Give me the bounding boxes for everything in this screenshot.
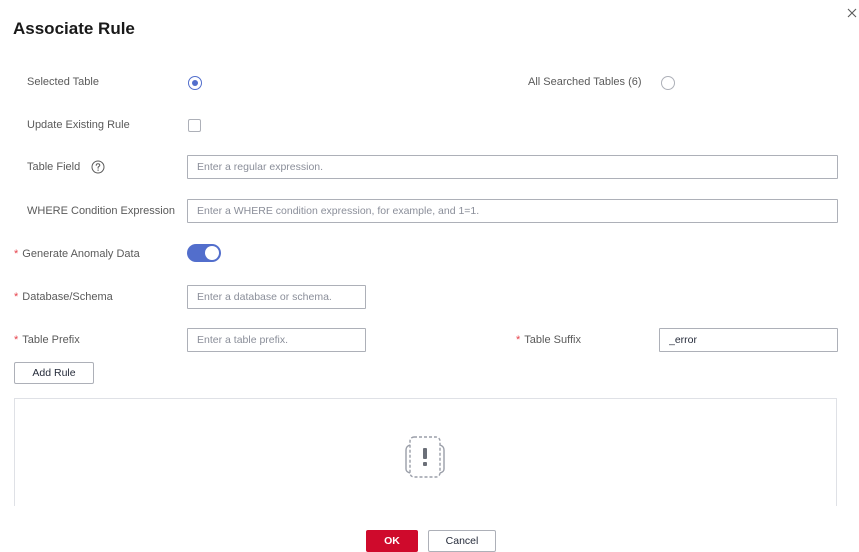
add-rule-button[interactable]: Add Rule xyxy=(14,362,94,384)
empty-data-icon xyxy=(405,436,445,478)
help-icon[interactable] xyxy=(91,160,105,174)
generate-anomaly-data-toggle[interactable] xyxy=(187,244,221,262)
where-condition-label: WHERE Condition Expression xyxy=(27,205,175,217)
where-condition-input[interactable] xyxy=(187,199,838,223)
dialog-title: Associate Rule xyxy=(13,19,135,38)
required-mark: * xyxy=(14,248,19,260)
database-schema-input[interactable] xyxy=(187,285,366,309)
database-schema-text: Database/Schema xyxy=(22,291,113,303)
table-prefix-text: Table Prefix xyxy=(22,334,80,346)
generate-anomaly-data-text: Generate Anomaly Data xyxy=(22,248,140,260)
all-searched-tables-label: All Searched Tables (6) xyxy=(528,76,642,88)
update-existing-rule-label: Update Existing Rule xyxy=(27,119,130,131)
table-suffix-label: * Table Suffix xyxy=(516,334,581,346)
all-searched-tables-radio[interactable] xyxy=(661,76,675,90)
associate-rule-dialog: Associate Rule Selected Table All Search… xyxy=(0,0,859,552)
rule-table-empty-area xyxy=(14,398,837,506)
required-mark: * xyxy=(516,334,521,346)
table-prefix-label: * Table Prefix xyxy=(14,334,80,346)
table-field-input[interactable] xyxy=(187,155,838,179)
database-schema-label: * Database/Schema xyxy=(14,291,113,303)
ok-button[interactable]: OK xyxy=(366,530,418,552)
required-mark: * xyxy=(14,334,19,346)
table-suffix-text: Table Suffix xyxy=(524,334,581,346)
update-existing-rule-checkbox[interactable] xyxy=(188,119,201,132)
required-mark: * xyxy=(14,291,19,303)
selected-table-radio[interactable] xyxy=(188,76,202,90)
generate-anomaly-data-label: * Generate Anomaly Data xyxy=(14,248,140,260)
table-suffix-input[interactable] xyxy=(659,328,838,352)
table-prefix-input[interactable] xyxy=(187,328,366,352)
cancel-button[interactable]: Cancel xyxy=(428,530,496,552)
table-field-label: Table Field xyxy=(27,161,81,173)
selected-table-label: Selected Table xyxy=(27,76,99,88)
close-icon[interactable] xyxy=(846,7,858,19)
